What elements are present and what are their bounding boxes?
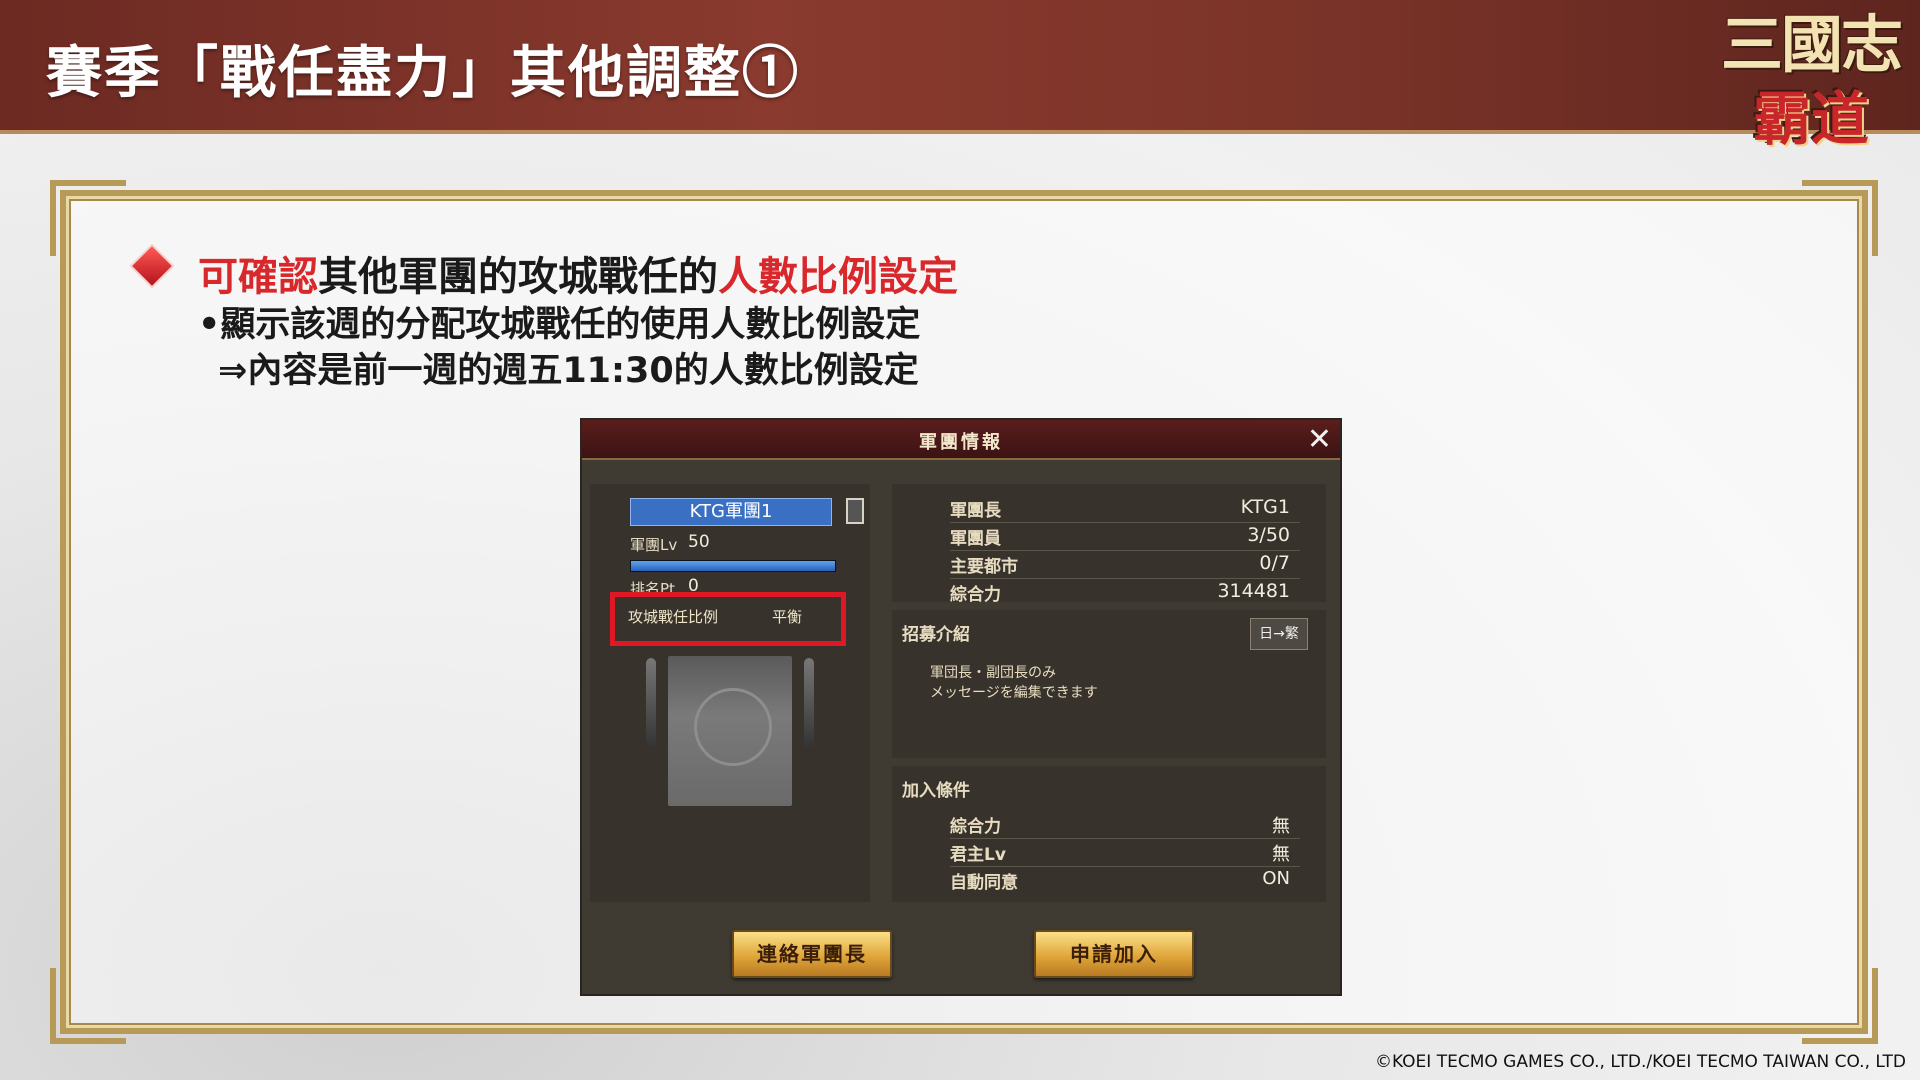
header-bar: 賽季「戰任盡力」其他調整① 三國志 霸道 <box>0 0 1920 153</box>
frame-corner <box>50 180 126 256</box>
game-logo: 三國志 霸道 <box>1716 10 1906 180</box>
frame-corner <box>1802 180 1878 256</box>
bullet-heading: 可確認其他軍團的攻城戰任的人數比例設定 <box>198 244 958 302</box>
frame-corner <box>50 968 126 1044</box>
sub-bullet-1: •顯示該週的分配攻城戰任的使用人數比例設定 <box>198 305 921 345</box>
frame-corner <box>1802 968 1878 1044</box>
info-value: 3/50 <box>1247 524 1290 546</box>
condition-value: ON <box>1262 868 1290 889</box>
logo-top-text: 三國志 <box>1720 8 1903 81</box>
info-row-leader: 軍團長 KTG1 <box>950 494 1300 523</box>
guild-lv-value: 50 <box>688 532 710 552</box>
condition-key: 綜合力 <box>950 817 1001 837</box>
info-row-cities: 主要都市 0/7 <box>950 550 1300 579</box>
guild-lv-bar <box>630 560 836 572</box>
copyright-text: ©KOEI TECMO GAMES CO., LTD./KOEI TECMO T… <box>1374 1052 1906 1072</box>
banner-tassel <box>804 658 814 748</box>
join-conditions-panel: 加入條件 綜合力無 君主Lv 無 自動同意 ON <box>892 766 1326 902</box>
info-value: 314481 <box>1217 580 1290 602</box>
guild-summary-panel: KTG軍團1 軍團Lv 50 排名Pt 0 攻城戰任比例 平衡 <box>590 484 870 902</box>
condition-key: 君主Lv <box>950 845 1006 865</box>
condition-key: 自動同意 <box>950 873 1018 893</box>
guild-name: KTG軍團1 <box>630 498 832 526</box>
recruit-panel: 招募介紹 日→繁 軍団長・副団長のみ メッセージを編集できます <box>892 610 1326 758</box>
close-icon[interactable]: ✕ <box>1307 422 1332 457</box>
info-value: 0/7 <box>1259 552 1290 574</box>
window-titlebar: 軍團情報 ✕ <box>582 420 1340 460</box>
recruit-text-line1: 軍団長・副団長のみ <box>930 665 1056 681</box>
memo-icon[interactable] <box>846 498 864 524</box>
recruit-title: 招募介紹 <box>902 625 970 645</box>
condition-row: 君主Lv 無 <box>950 838 1300 867</box>
siege-ratio-label: 攻城戰任比例 <box>628 608 719 626</box>
phoenix-emblem-icon <box>694 688 772 766</box>
banner-tassel <box>646 658 656 748</box>
info-key: 綜合力 <box>950 585 1001 605</box>
heading-red-2: 人數比例設定 <box>718 254 958 300</box>
condition-row: 自動同意 ON <box>950 866 1300 894</box>
page-title: 賽季「戰任盡力」其他調整① <box>46 40 800 106</box>
translate-button[interactable]: 日→繁 <box>1250 618 1308 650</box>
condition-value: 無 <box>1272 816 1290 837</box>
logo-bottom-text: 霸道 <box>1752 85 1869 153</box>
contact-leader-button[interactable]: 連絡軍團長 <box>732 930 892 978</box>
heading-black: 其他軍團的攻城戰任的 <box>318 254 718 300</box>
condition-row: 綜合力 無 <box>950 810 1300 839</box>
conditions-title: 加入條件 <box>902 781 970 801</box>
guild-info-window: 軍團情報 ✕ KTG軍團1 軍團Lv 50 排名Pt 0 攻城戰任比例 平衡 軍… <box>580 418 1342 996</box>
condition-value: 無 <box>1272 844 1290 865</box>
info-key: 軍團長 <box>950 501 1001 521</box>
guild-info-panel: 軍團長 KTG1 軍團員 3/50 主要都市 0/7 綜合力 314481 <box>892 484 1326 605</box>
window-title: 軍團情報 <box>919 432 1003 453</box>
sub-bullet-2: ⇒內容是前一週的週五11:30的人數比例設定 <box>218 351 919 391</box>
guild-banner <box>668 656 792 806</box>
siege-ratio-value: 平衡 <box>772 608 803 626</box>
info-value: KTG1 <box>1240 496 1290 518</box>
recruit-text-line2: メッセージを編集できます <box>930 685 1098 701</box>
heading-red-1: 可確認 <box>198 254 318 300</box>
info-row-power: 綜合力 314481 <box>950 578 1300 606</box>
info-key: 軍團員 <box>950 529 1001 549</box>
info-row-members: 軍團員 3/50 <box>950 522 1300 551</box>
guild-lv-bar-fill <box>631 561 835 571</box>
apply-join-button[interactable]: 申請加入 <box>1034 930 1194 978</box>
info-key: 主要都市 <box>950 557 1018 577</box>
guild-lv-label: 軍團Lv <box>630 536 678 554</box>
